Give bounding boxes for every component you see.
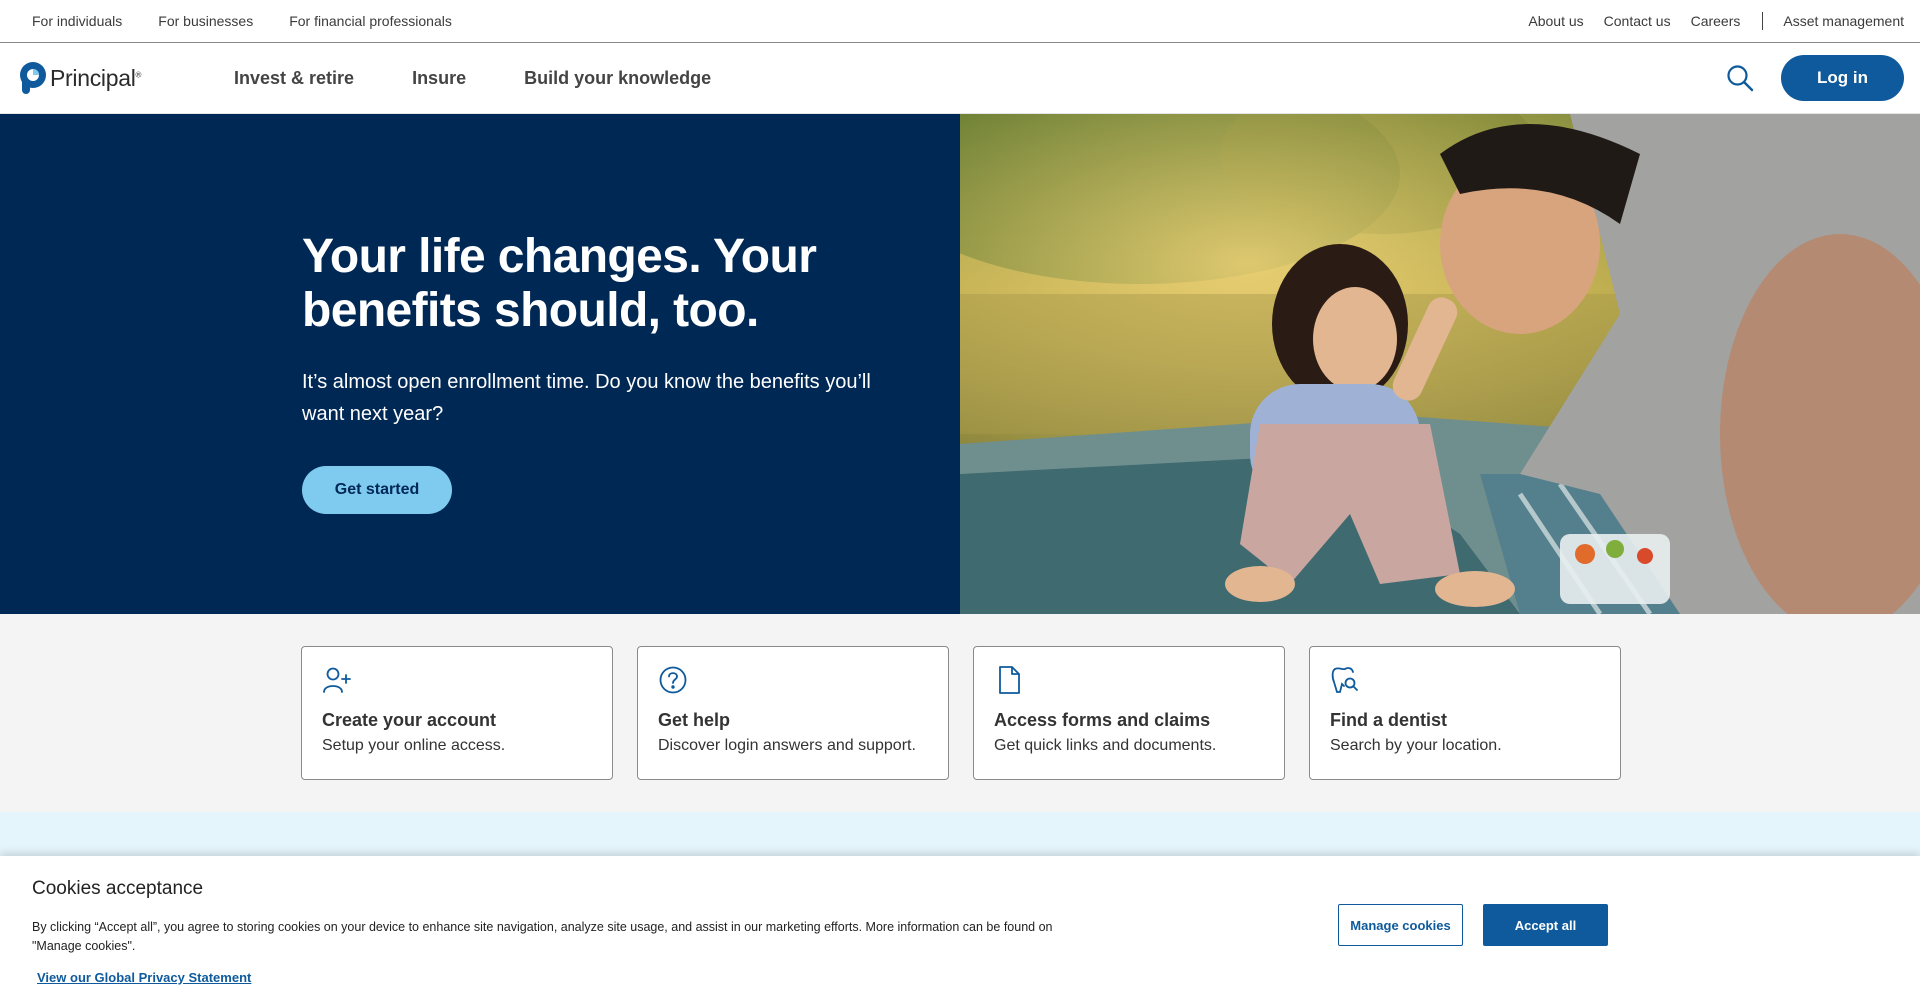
hero-subtitle: It’s almost open enrollment time. Do you… [302, 371, 871, 425]
family-picnic-photo [960, 114, 1920, 614]
nav-invest-retire[interactable]: Invest & retire [234, 68, 354, 89]
cookie-actions: Manage cookies Accept all [1338, 904, 1608, 946]
nav-actions: Log in [1725, 55, 1904, 101]
link-contact-us[interactable]: Contact us [1604, 13, 1671, 29]
primary-nav: Invest & retire Insure Build your knowle… [216, 68, 751, 89]
cookie-text: By clicking “Accept all”, you agree to s… [32, 920, 1053, 953]
card-desc: Discover login answers and support. [658, 737, 916, 754]
link-for-businesses[interactable]: For businesses [158, 13, 253, 29]
card-forms-claims[interactable]: Access forms and claims Get quick links … [973, 646, 1285, 780]
login-button[interactable]: Log in [1781, 55, 1904, 101]
link-careers[interactable]: Careers [1691, 13, 1741, 29]
brand-name: Principal® [50, 64, 142, 91]
document-icon [999, 666, 1020, 694]
quick-links: Create your account Setup your online ac… [0, 614, 1920, 812]
audience-links: For individuals For businesses For finan… [32, 13, 488, 29]
card-create-account[interactable]: Create your account Setup your online ac… [301, 646, 613, 780]
link-about-us[interactable]: About us [1528, 13, 1583, 29]
hero-title: Your life changes. Your benefits should,… [302, 230, 817, 337]
card-title: Find a dentist [1330, 710, 1447, 730]
hero-content: Your life changes. Your benefits should,… [0, 114, 960, 614]
card-desc: Get quick links and documents. [994, 737, 1217, 754]
add-user-icon [323, 667, 351, 693]
hero: Your life changes. Your benefits should,… [0, 114, 1920, 614]
cookie-title: Cookies acceptance [32, 878, 204, 899]
link-for-individuals[interactable]: For individuals [32, 13, 122, 29]
principal-logo[interactable]: Principal® [18, 61, 216, 95]
search-icon[interactable] [1725, 63, 1755, 93]
card-get-help[interactable]: Get help Discover login answers and supp… [637, 646, 949, 780]
accept-all-button[interactable]: Accept all [1483, 904, 1608, 946]
question-circle-icon [659, 666, 687, 694]
nav-build-knowledge[interactable]: Build your knowledge [524, 68, 711, 89]
card-find-dentist[interactable]: Find a dentist Search by your location. [1309, 646, 1621, 780]
nav-insure[interactable]: Insure [412, 68, 466, 89]
card-desc: Search by your location. [1330, 737, 1502, 754]
tooth-search-icon [1331, 667, 1358, 693]
card-title: Create your account [322, 710, 497, 730]
main-nav: Principal® Invest & retire Insure Build … [0, 43, 1920, 114]
privacy-statement-link[interactable]: View our Global Privacy Statement [37, 970, 251, 985]
hero-photo [960, 114, 1920, 614]
utility-divider [1762, 12, 1764, 30]
card-desc: Setup your online access. [322, 737, 506, 754]
link-asset-management[interactable]: Asset management [1783, 13, 1904, 29]
card-title: Get help [658, 710, 731, 730]
get-started-button[interactable]: Get started [302, 466, 452, 514]
utility-bar: For individuals For businesses For finan… [0, 0, 1920, 43]
link-for-financial-professionals[interactable]: For financial professionals [289, 13, 452, 29]
manage-cookies-button[interactable]: Manage cookies [1338, 904, 1463, 946]
light-blue-section [0, 812, 1920, 860]
card-title: Access forms and claims [994, 710, 1211, 730]
corporate-links: About us Contact us Careers Asset manage… [1508, 12, 1904, 30]
cookie-banner: Cookies acceptance By clicking “Accept a… [0, 856, 1920, 993]
principal-logo-icon [20, 62, 46, 94]
